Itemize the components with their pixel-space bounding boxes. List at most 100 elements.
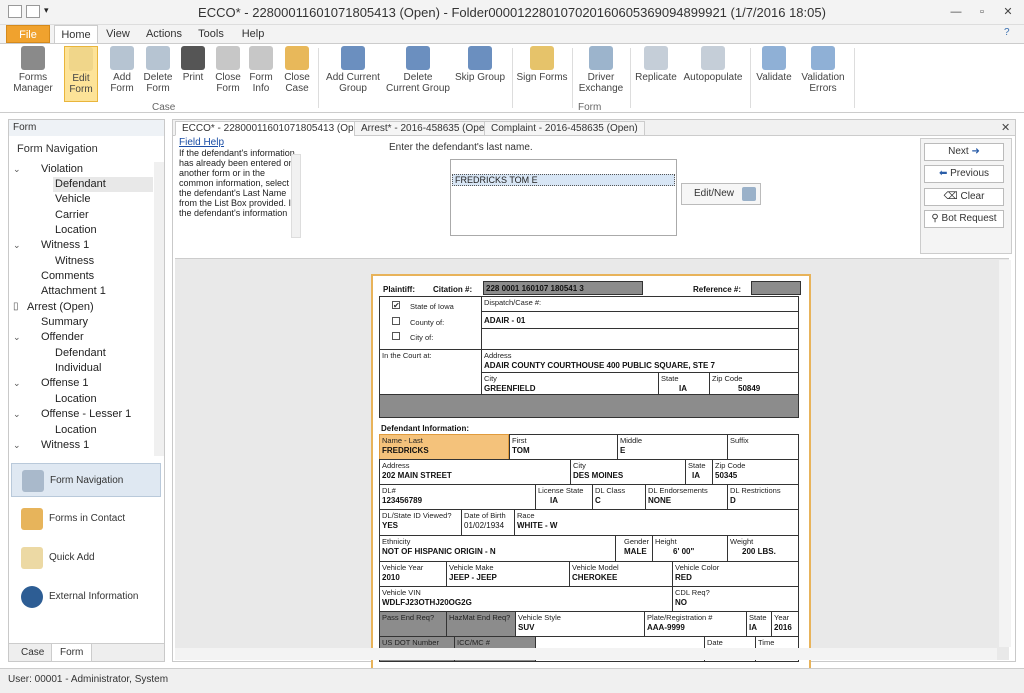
court-blank-field[interactable]: [481, 328, 799, 350]
dob-field[interactable]: Date of Birth 01/02/1934: [461, 509, 515, 536]
city-of-checkbox[interactable]: [392, 332, 400, 340]
pane-external-information[interactable]: External Information: [11, 580, 161, 614]
tree-scrollbar[interactable]: [154, 162, 164, 456]
tree-item[interactable]: Comments: [41, 269, 94, 284]
add-current-group-button[interactable]: Add Current Group: [324, 46, 382, 102]
validate-button[interactable]: Validate: [754, 46, 794, 102]
gender-field[interactable]: Gender MALE: [615, 535, 653, 562]
chevron-down-icon[interactable]: ⌄: [13, 409, 21, 420]
tree-item[interactable]: Witness 1: [41, 238, 89, 253]
weight-field[interactable]: Weight 200 LBS.: [727, 535, 799, 562]
menu-tools[interactable]: Tools: [196, 25, 226, 43]
tree-item[interactable]: Offense 1: [41, 376, 89, 391]
validation-errors-button[interactable]: Validation Errors: [798, 46, 848, 102]
tree-item[interactable]: Vehicle: [55, 192, 90, 207]
state-of-iowa-checkbox[interactable]: ✔: [392, 301, 400, 310]
tree-item[interactable]: Witness 1: [41, 438, 89, 453]
edit-new-button[interactable]: Edit/New: [681, 183, 761, 205]
suffix-field[interactable]: Suffix: [727, 434, 799, 460]
court-address-field[interactable]: Address ADAIR COUNTY COURTHOUSE 400 PUBLI…: [481, 349, 799, 373]
tab-form[interactable]: Form: [51, 644, 93, 662]
chevron-down-icon[interactable]: ⌄: [13, 440, 21, 451]
vehicle-style-field[interactable]: Vehicle Style SUV: [515, 611, 645, 637]
vehicle-year-field[interactable]: Vehicle Year 2010: [379, 561, 447, 587]
tree-item[interactable]: Location: [55, 223, 97, 238]
delete-form-button[interactable]: Delete Form: [142, 46, 174, 102]
plate-field[interactable]: Plate/Registration # AAA-9999: [644, 611, 747, 637]
previous-button[interactable]: ⬅ Previous: [924, 165, 1004, 183]
tree-item-selected[interactable]: Defendant: [53, 177, 153, 192]
plate-year-field[interactable]: Year 2016: [771, 611, 799, 637]
tree-item[interactable]: Violation: [41, 162, 83, 177]
driver-exchange-button[interactable]: Driver Exchange: [578, 46, 624, 102]
menu-home[interactable]: Home: [54, 25, 98, 44]
edit-form-button[interactable]: Edit Form: [64, 46, 98, 102]
pass-end-field[interactable]: Pass End Req?: [379, 611, 447, 637]
court-state-field[interactable]: State IA: [658, 372, 710, 395]
citation-field[interactable]: 228 0001 160107 180541 3: [483, 281, 643, 295]
height-field[interactable]: Height 6' 00": [652, 535, 728, 562]
reference-field[interactable]: [751, 281, 801, 295]
bot-request-button[interactable]: ⚲ Bot Request: [924, 210, 1004, 228]
plate-state-field[interactable]: State IA: [746, 611, 772, 637]
close-tab-icon[interactable]: ✕: [1001, 121, 1010, 134]
defendant-list-box[interactable]: FREDRICKS TOM E: [450, 159, 677, 236]
name-last-field[interactable]: Name - Last FREDRICKS: [379, 434, 509, 460]
menu-view[interactable]: View: [103, 25, 133, 43]
form-horizontal-scrollbar[interactable]: [175, 648, 997, 660]
pane-form-navigation[interactable]: Form Navigation: [11, 463, 161, 497]
pane-forms-in-contact[interactable]: Forms in Contact: [11, 502, 161, 536]
chevron-down-icon[interactable]: ⌄: [13, 378, 21, 389]
vin-field[interactable]: Vehicle VIN WDLFJ23OTHJ20OG2G: [379, 586, 673, 612]
quick-save-icon[interactable]: [26, 5, 40, 18]
chevron-down-icon[interactable]: ⌄: [13, 164, 21, 175]
pane-quick-add[interactable]: Quick Add: [11, 541, 161, 575]
vehicle-color-field[interactable]: Vehicle Color RED: [672, 561, 799, 587]
vehicle-model-field[interactable]: Vehicle Model CHEROKEE: [569, 561, 673, 587]
tab-case[interactable]: Case: [13, 644, 52, 662]
dl-viewed-field[interactable]: DL/State ID Viewed? YES: [379, 509, 462, 536]
quick-access-dropdown-icon[interactable]: ▾: [44, 5, 58, 18]
dispatch-field[interactable]: Dispatch/Case #:: [481, 296, 799, 312]
next-button[interactable]: Next ➜: [924, 143, 1004, 161]
delete-current-group-button[interactable]: Delete Current Group: [386, 46, 450, 102]
tree-item[interactable]: Location: [55, 392, 97, 407]
print-button[interactable]: Print: [178, 46, 208, 102]
tree-item[interactable]: Attachment 1: [41, 284, 106, 299]
sign-forms-button[interactable]: Sign Forms: [516, 46, 568, 102]
court-county-field[interactable]: ADAIR - 01: [481, 311, 799, 329]
tab-ecco[interactable]: ECCO* - 2280001160107180541​3 (Open): [175, 121, 376, 136]
def-city-field[interactable]: City DES MOINES: [570, 459, 686, 485]
race-field[interactable]: Race WHITE - W: [514, 509, 799, 536]
menu-help[interactable]: Help: [238, 25, 268, 43]
skip-group-button[interactable]: Skip Group: [454, 46, 506, 102]
first-name-field[interactable]: First TOM: [509, 434, 618, 460]
replicate-button[interactable]: Replicate: [634, 46, 678, 102]
add-form-button[interactable]: Add Form: [106, 46, 138, 102]
autopopulate-button[interactable]: Autopopulate: [682, 46, 744, 102]
tree-item[interactable]: Arrest (Open): [27, 300, 94, 315]
chevron-down-icon[interactable]: ⌄: [13, 240, 21, 251]
middle-name-field[interactable]: Middle E: [617, 434, 728, 460]
list-item[interactable]: FREDRICKS TOM E: [452, 174, 675, 186]
license-state-field[interactable]: License State IA: [535, 484, 593, 510]
minimize-button[interactable]: —: [944, 3, 968, 21]
hazmat-field[interactable]: HazMat End Req?: [446, 611, 516, 637]
tree-item[interactable]: Location: [55, 423, 97, 438]
county-of-checkbox[interactable]: [392, 317, 400, 325]
tab-arrest[interactable]: Arrest* - 2016-458635 (Open): [354, 121, 501, 136]
close-window-button[interactable]: ✕: [996, 3, 1020, 21]
close-case-button[interactable]: Close Case: [282, 46, 312, 102]
tree-item[interactable]: Offender: [41, 330, 84, 345]
tree-item[interactable]: Carrier: [55, 208, 89, 223]
dl-number-field[interactable]: DL# 123456789: [379, 484, 536, 510]
clear-button[interactable]: ⌫ Clear: [924, 188, 1004, 206]
help-icon[interactable]: ?: [1004, 27, 1010, 38]
def-address-field[interactable]: Address 202 MAIN STREET: [379, 459, 571, 485]
tree-item[interactable]: Summary: [41, 315, 88, 330]
tree-item[interactable]: Offense - Lesser 1: [41, 407, 131, 422]
cdl-field[interactable]: CDL Req? NO: [672, 586, 799, 612]
court-city-field[interactable]: City GREENFIELD: [481, 372, 659, 395]
def-state-field[interactable]: State IA: [685, 459, 713, 485]
menu-file[interactable]: File: [6, 25, 50, 43]
